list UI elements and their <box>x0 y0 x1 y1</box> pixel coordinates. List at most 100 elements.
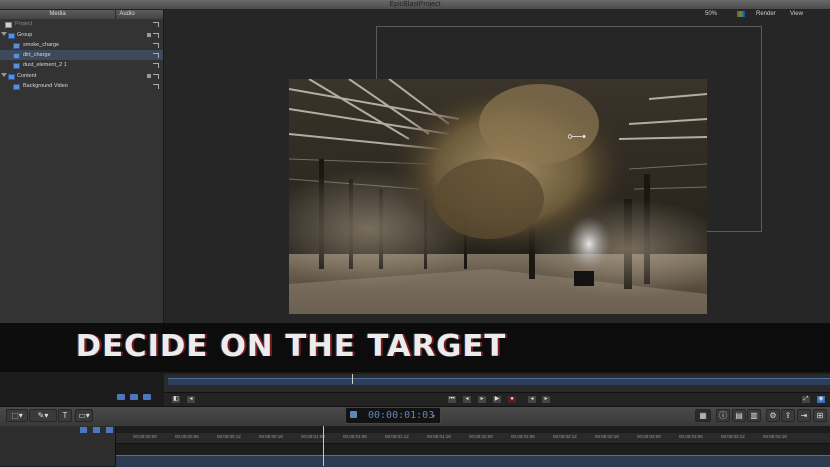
ruler-tick-label: 00:00:01:18 <box>427 434 451 439</box>
go-to-end-icon[interactable]: ▸ <box>541 395 551 404</box>
record-icon[interactable]: ● <box>507 395 517 404</box>
visibility-checkbox[interactable] <box>147 33 151 37</box>
color-channels-icon[interactable] <box>737 11 745 17</box>
filters-icon[interactable] <box>143 394 151 400</box>
layer-row-project[interactable]: Project <box>0 19 163 29</box>
ruler-tick-label: 00:00:02:18 <box>595 434 619 439</box>
timecode-display[interactable]: 00:00:01:03 ▾ <box>345 407 441 424</box>
lock-icon[interactable] <box>153 63 159 68</box>
group-icon <box>8 33 15 39</box>
layers-panel: Media Audio Project Group smoke_charge d… <box>0 10 164 372</box>
project-icon <box>5 22 12 28</box>
ruler-tick-label: 00:00:02:12 <box>553 434 577 439</box>
layer-row-background-video[interactable]: Background Video <box>0 81 163 91</box>
ruler-tick-label: 00:00:03:06 <box>679 434 703 439</box>
window-titlebar: EpicBlastProject <box>0 0 830 10</box>
render-menu[interactable]: Render <box>756 11 776 17</box>
fullscreen-icon[interactable]: ⤢ <box>801 395 811 404</box>
play-icon[interactable]: ▶ <box>492 395 502 404</box>
group-icon <box>8 74 15 80</box>
keyframe-track-icon[interactable] <box>106 427 113 433</box>
ruler-tick-label: 00:00:00:12 <box>217 434 241 439</box>
caption-text: DECIDE ON THE TARGET <box>75 329 507 364</box>
lock-icon[interactable] <box>153 84 159 89</box>
step-back-icon[interactable]: ◂ <box>186 395 196 404</box>
ruler-tick-label: 00:00:03:00 <box>637 434 661 439</box>
visibility-checkbox[interactable] <box>147 74 151 78</box>
export-icon[interactable]: ⇥ <box>797 409 811 422</box>
layer-label: smoke_charge <box>23 42 60 48</box>
tab-audio[interactable]: Audio <box>95 10 159 19</box>
inspector-icon[interactable]: ⓘ <box>716 409 730 422</box>
lock-icon[interactable] <box>153 22 159 27</box>
ruler-tick-label: 00:00:01:00 <box>301 434 325 439</box>
warehouse-explosion-image <box>289 79 707 314</box>
audio-toggle-icon[interactable]: ◉ <box>816 395 826 404</box>
layer-label: Background Video <box>23 83 68 89</box>
add-layer-icon[interactable] <box>117 394 125 400</box>
ruler-tick-label: 00:00:00:00 <box>133 434 157 439</box>
select-transform-tool[interactable]: ⬚▾ <box>6 409 28 422</box>
timecode-mode-icon[interactable] <box>350 411 357 418</box>
window-title: EpicBlastProject <box>389 1 441 8</box>
ruler-tick-label: 00:00:01:12 <box>385 434 409 439</box>
view-options-icon[interactable]: ⊞ <box>813 409 827 422</box>
video-layer-icon <box>13 84 20 90</box>
lock-icon[interactable] <box>153 43 159 48</box>
ruler-tick-label: 00:00:00:06 <box>175 434 199 439</box>
library-icon[interactable]: ▦ <box>695 409 711 422</box>
gear-icon[interactable]: ⚙ <box>766 409 780 422</box>
layer-row-dirt-charge[interactable]: dirt_charge <box>0 50 163 60</box>
ruler-tick-label: 00:00:03:12 <box>721 434 745 439</box>
layer-label: Project <box>15 21 33 27</box>
layer-icon <box>13 43 20 49</box>
video-frame <box>289 79 707 314</box>
mini-playhead[interactable] <box>352 374 353 384</box>
disclosure-triangle-icon[interactable] <box>1 32 7 36</box>
timeline-clip-track[interactable] <box>116 455 830 467</box>
mask-tool[interactable]: ▭▾ <box>75 409 93 422</box>
timeline-playhead[interactable] <box>323 426 324 466</box>
layer-label: dirt_charge <box>23 52 51 58</box>
text-tool[interactable]: T <box>58 409 72 422</box>
ruler-tick-label: 00:00:01:06 <box>343 434 367 439</box>
go-to-start-icon[interactable]: ⏮ <box>447 395 457 404</box>
loop-icon[interactable]: ◂ <box>527 395 537 404</box>
ruler-tick-label: 00:00:02:00 <box>469 434 493 439</box>
layer-row-dust-element[interactable]: dust_element_2 1 <box>0 60 163 70</box>
ruler-tick-label: 00:00:02:06 <box>511 434 535 439</box>
view-menu[interactable]: View <box>790 11 803 17</box>
timeline-icon[interactable]: ▥ <box>747 409 761 422</box>
panel-tabs: Media Audio <box>0 10 163 19</box>
layer-row-group[interactable]: Group <box>0 30 163 40</box>
previous-frame-icon[interactable]: ◂ <box>462 395 472 404</box>
track-toggle-icon[interactable] <box>80 427 87 433</box>
lock-icon[interactable] <box>153 74 159 79</box>
layer-label: Content <box>17 73 37 79</box>
play-range-icon[interactable]: ◧ <box>171 395 181 404</box>
layer-label: dust_element_2 1 <box>23 62 67 68</box>
timeline-track-headers <box>0 426 116 466</box>
layers-icon[interactable]: ▤ <box>732 409 746 422</box>
audio-track-icon[interactable] <box>93 427 100 433</box>
layer-icon <box>13 63 20 69</box>
lock-icon[interactable] <box>153 33 159 38</box>
zoom-menu[interactable]: 50% <box>705 11 717 17</box>
lock-icon[interactable] <box>153 53 159 58</box>
chevron-down-icon[interactable]: ▾ <box>432 413 435 420</box>
behaviors-icon[interactable] <box>130 394 138 400</box>
layer-label: Group <box>17 32 33 38</box>
ruler-tick-label: 00:00:03:18 <box>763 434 787 439</box>
layer-row-smoke-charge[interactable]: smoke_charge <box>0 40 163 50</box>
layer-row-content[interactable]: Content <box>0 71 163 81</box>
timecode-value: 00:00:01:03 <box>368 410 435 421</box>
next-frame-icon[interactable]: ▸ <box>477 395 487 404</box>
layer-icon <box>13 53 20 59</box>
mini-timeline-track[interactable] <box>168 378 830 385</box>
anchor-point-handle[interactable] <box>567 126 586 139</box>
caption-overlay: DECIDE ON THE TARGET <box>0 323 830 372</box>
shape-pen-tool[interactable]: ✎▾ <box>29 409 57 422</box>
ruler-tick-label: 00:00:00:18 <box>259 434 283 439</box>
disclosure-triangle-icon[interactable] <box>1 73 7 77</box>
share-icon[interactable]: ⇪ <box>781 409 795 422</box>
